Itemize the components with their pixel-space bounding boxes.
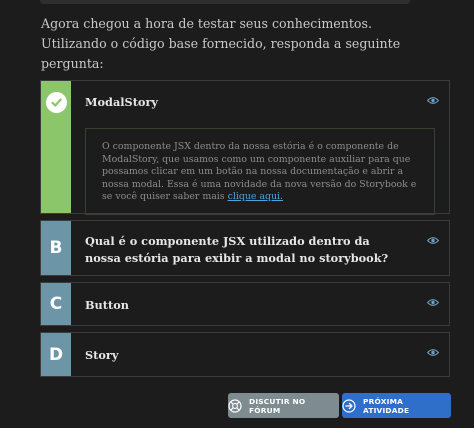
option-b-label: Qual é o componente JSX utilizado dentro… [85, 234, 389, 265]
discuss-forum-label: DISCUTIR NO FÓRUM [249, 396, 306, 415]
option-b-body: Qual é o componente JSX utilizado dentro… [71, 221, 449, 275]
learn-more-link[interactable]: clique aqui. [228, 191, 283, 202]
check-icon [45, 92, 67, 113]
answer-explanation: O componente JSX dentro da nossa estória… [85, 128, 435, 215]
option-c[interactable]: C Button [40, 282, 450, 326]
option-d-body: Story [71, 333, 449, 376]
option-c-body: Button [71, 283, 449, 325]
eye-icon[interactable] [427, 236, 439, 245]
option-d-badge: D [41, 333, 71, 376]
next-activity-label: PRÓXIMA ATIVIDADE [363, 396, 410, 415]
arrow-right-icon [342, 398, 356, 413]
option-c-badge: C [41, 283, 71, 325]
next-activity-button[interactable]: PRÓXIMA ATIVIDADE [342, 393, 451, 418]
forum-icon [228, 398, 242, 413]
option-d[interactable]: D Story [40, 332, 450, 377]
eye-icon[interactable] [427, 298, 439, 307]
option-c-label: Button [85, 298, 129, 312]
option-b-badge: B [41, 221, 71, 275]
top-bar [40, 0, 410, 4]
option-a-label: ModalStory [85, 95, 158, 109]
eye-icon[interactable] [427, 348, 439, 357]
option-b[interactable]: B Qual é o componente JSX utilizado dent… [40, 220, 450, 276]
option-a-badge [41, 81, 71, 213]
question-intro: Agora chegou a hora de testar seus conhe… [41, 16, 401, 71]
discuss-forum-button[interactable]: DISCUTIR NO FÓRUM [228, 393, 339, 418]
option-d-label: Story [85, 348, 119, 362]
option-a-body: ModalStory O componente JSX dentro da no… [71, 81, 449, 215]
option-a[interactable]: ModalStory O componente JSX dentro da no… [40, 80, 450, 215]
eye-icon[interactable] [427, 96, 439, 105]
